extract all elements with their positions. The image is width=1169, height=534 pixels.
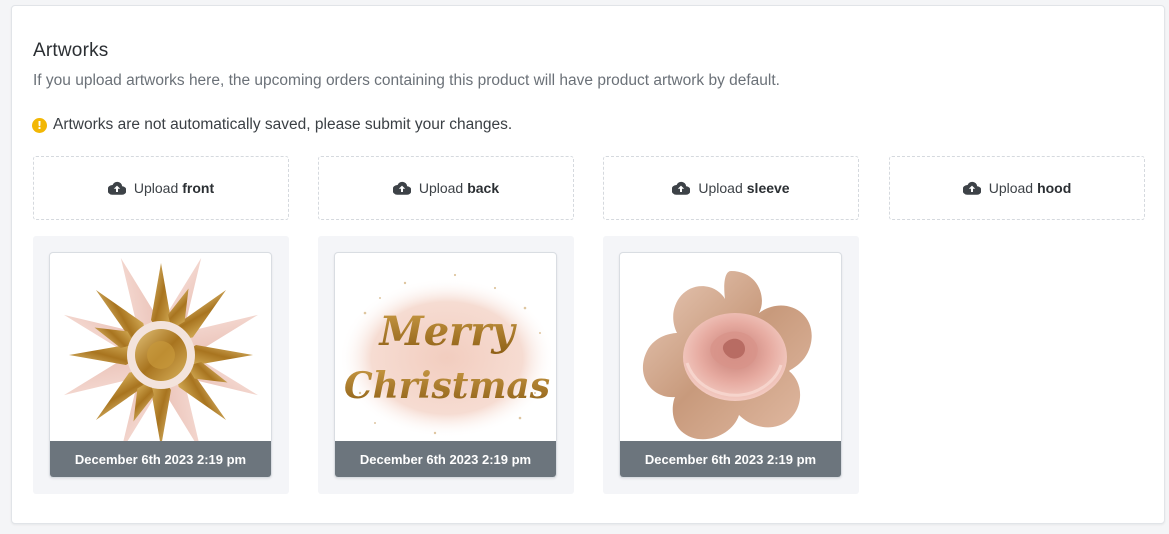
upload-back-button[interactable]: Upload back — [318, 156, 574, 220]
rose-artwork-image — [642, 271, 812, 440]
upload-front-button[interactable]: Upload front — [33, 156, 289, 220]
upload-part-label: front — [182, 180, 215, 196]
cloud-upload-icon — [672, 181, 691, 195]
starburst-artwork-image — [63, 257, 259, 443]
warning-text: Artworks are not automatically saved, pl… — [53, 116, 513, 133]
upload-prefix: Upload — [698, 180, 743, 196]
merry-text: Merry — [377, 308, 517, 355]
upload-prefix: Upload — [988, 180, 1034, 196]
christmas-text: Christmas — [344, 365, 550, 407]
section-subtitle: If you upload artworks here, the upcomin… — [33, 72, 780, 89]
artwork-tile-back: Merry Christmas December 6th 2023 2:19 p… — [318, 236, 574, 494]
upload-part-label: sleeve — [746, 180, 790, 196]
artwork-thumbnail[interactable]: Merry Christmas December 6th 2023 2:19 p… — [334, 252, 557, 478]
cloud-upload-icon — [392, 181, 411, 195]
artwork-date-caption: December 6th 2023 2:19 pm — [335, 441, 556, 477]
unsaved-warning: ! Artworks are not automatically saved, … — [32, 116, 512, 134]
merry-christmas-artwork-image: Merry Christmas — [339, 273, 555, 438]
artwork-thumbnail[interactable]: December 6th 2023 2:19 pm — [49, 252, 272, 478]
artwork-tile-sleeve: December 6th 2023 2:19 pm — [603, 236, 859, 494]
cloud-upload-icon — [962, 181, 981, 195]
exclamation-circle-icon: ! — [32, 117, 47, 133]
upload-part-label: hood — [1037, 180, 1072, 196]
upload-prefix: Upload — [133, 180, 179, 196]
upload-hood-button[interactable]: Upload hood — [889, 156, 1145, 220]
upload-sleeve-button[interactable]: Upload sleeve — [603, 156, 859, 220]
cloud-upload-icon — [107, 181, 126, 195]
artwork-thumbnail[interactable]: December 6th 2023 2:19 pm — [619, 252, 842, 478]
upload-part-label: back — [467, 180, 500, 196]
artwork-date-caption: December 6th 2023 2:19 pm — [620, 441, 841, 477]
artwork-tile-front: December 6th 2023 2:19 pm — [33, 236, 289, 494]
artworks-card: Artworks If you upload artworks here, th… — [11, 5, 1165, 524]
artwork-date-caption: December 6th 2023 2:19 pm — [50, 441, 271, 477]
upload-prefix: Upload — [418, 180, 464, 196]
section-title: Artworks — [33, 40, 109, 61]
